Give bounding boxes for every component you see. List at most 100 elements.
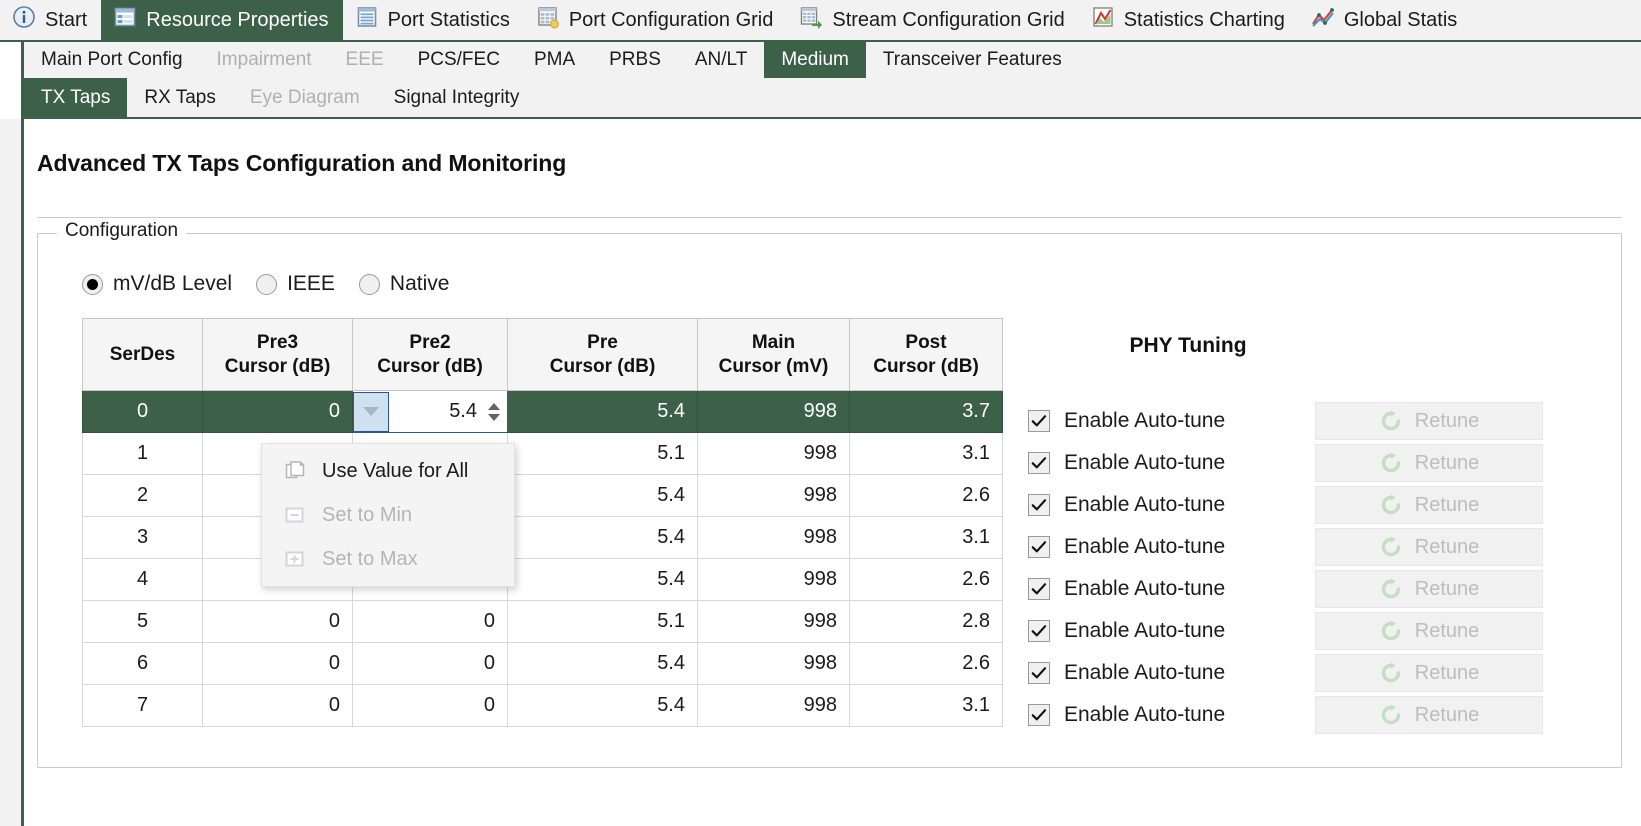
auto-tune-checkbox[interactable] (1028, 620, 1050, 642)
table-row[interactable]: 2005.49982.6 (82, 474, 1003, 517)
cell-pre[interactable]: 5.4 (507, 390, 698, 433)
cell-main[interactable]: 998 (697, 474, 850, 517)
cell-main[interactable]: 998 (697, 390, 850, 433)
spinner-down-icon[interactable] (488, 413, 500, 421)
cell-main[interactable]: 998 (697, 642, 850, 685)
tab-prbs[interactable]: PRBS (592, 42, 678, 78)
auto-tune-checkbox[interactable] (1028, 410, 1050, 432)
tab-rx-taps[interactable]: RX Taps (127, 78, 232, 117)
cell-serdes[interactable]: 2 (82, 474, 203, 517)
cell-serdes[interactable]: 3 (82, 516, 203, 559)
cell-post[interactable]: 2.6 (849, 558, 1003, 601)
cell-pre2[interactable]: 0 (352, 600, 508, 643)
cell-post[interactable]: 3.1 (849, 516, 1003, 559)
level3-tab-bar: TX Taps RX Taps Eye Diagram Signal Integrit… (0, 78, 1641, 119)
cell-pre[interactable]: 5.4 (507, 474, 698, 517)
cell-pre[interactable]: 5.4 (507, 684, 698, 727)
app-tab-statistics-charting[interactable]: Statistics Charting (1078, 0, 1299, 40)
cell-serdes[interactable]: 1 (82, 432, 203, 475)
spinner-control[interactable] (485, 391, 507, 432)
table-row[interactable]: 7 0 0 5.4 998 3.1 (82, 684, 1003, 727)
auto-tune-checkbox[interactable] (1028, 494, 1050, 516)
tab-eee: EEE (345, 49, 384, 70)
cell-post[interactable]: 2.6 (849, 642, 1003, 685)
auto-tune-checkbox[interactable] (1028, 452, 1050, 474)
cell-pre3[interactable]: 0 (202, 684, 353, 727)
cell-pre[interactable]: 5.1 (507, 600, 698, 643)
cell-main[interactable]: 998 (697, 600, 850, 643)
cell-pre2[interactable]: 5.4 (352, 390, 508, 433)
tab-an-lt[interactable]: AN/LT (678, 42, 764, 78)
cell-pre2[interactable]: 0 (352, 684, 508, 727)
app-tab-port-statistics[interactable]: Port Statistics (342, 0, 524, 40)
cell-pre[interactable]: 5.1 (507, 432, 698, 475)
cell-post[interactable]: 3.7 (849, 390, 1003, 433)
cell-post[interactable]: 2.8 (849, 600, 1003, 643)
cell-serdes[interactable]: 6 (82, 642, 203, 685)
cell-serdes[interactable]: 7 (82, 684, 203, 727)
auto-tune-checkbox[interactable] (1028, 704, 1050, 726)
tab-signal-integrity[interactable]: Signal Integrity (377, 78, 537, 117)
auto-tune-checkbox[interactable] (1028, 536, 1050, 558)
auto-tune-checkbox[interactable] (1028, 578, 1050, 600)
spinner-up-icon[interactable] (488, 402, 500, 410)
radio-indicator (256, 273, 278, 295)
app-tab-port-configuration-grid[interactable]: Port Configuration Grid (523, 0, 788, 40)
cell-pre[interactable]: 5.4 (507, 642, 698, 685)
configuration-legend: Configuration (57, 220, 187, 242)
retune-button-label: Retune (1414, 619, 1480, 642)
menu-item-use-value-for-all[interactable]: Use Value for All (262, 449, 514, 493)
cell-serdes[interactable]: 5 (82, 600, 203, 643)
col-header-pre2: Pre2 Cursor (dB) (352, 318, 508, 391)
plus-box-icon (274, 547, 316, 571)
cell-serdes[interactable]: 0 (82, 390, 203, 433)
tab-pcs-fec[interactable]: PCS/FEC (401, 42, 517, 78)
cell-main[interactable]: 998 (697, 432, 850, 475)
cell-post[interactable]: 2.6 (849, 474, 1003, 517)
level-mode-radio-group: mV/dB Level IEEE Native (82, 272, 473, 296)
retune-button: Retune (1315, 696, 1543, 734)
cell-post[interactable]: 3.1 (849, 684, 1003, 727)
table-row[interactable]: 0 0 5.4 5.4 998 3.7 (82, 390, 1003, 433)
retune-button: Retune (1315, 444, 1543, 482)
app-tab-global-statis[interactable]: Global Statis (1298, 0, 1472, 40)
table-row[interactable]: 5 0 0 5.1 998 2.8 (82, 600, 1003, 643)
cell-pre3[interactable]: 0 (202, 642, 353, 685)
cell-context-menu[interactable]: Use Value for All Set to Min Set to Max (261, 443, 515, 587)
phy-tuning-row: Enable Auto-tune Retune (1028, 484, 1543, 526)
table-row[interactable]: 4005.49982.6 (82, 558, 1003, 601)
level2-tab-strip: Main Port Config Impairment EEE PCS/FEC PMA P… (21, 42, 1641, 78)
radio-mv-db-level[interactable]: mV/dB Level (82, 272, 232, 296)
table-row[interactable]: 1005.19983.1 (82, 432, 1003, 475)
cell-main[interactable]: 998 (697, 516, 850, 559)
tab-transceiver-features[interactable]: Transceiver Features (866, 42, 1079, 78)
table-row[interactable]: 6 0 0 5.4 998 2.6 (82, 642, 1003, 685)
tab-pma[interactable]: PMA (517, 42, 592, 78)
radio-native[interactable]: Native (358, 272, 449, 296)
app-tab-resource-properties[interactable]: Resource Properties (101, 0, 343, 40)
radio-ieee[interactable]: IEEE (256, 272, 335, 296)
app-tab-start[interactable]: Start (0, 0, 102, 40)
tab-tx-taps[interactable]: TX Taps (24, 78, 128, 117)
tab-medium[interactable]: Medium (764, 42, 866, 78)
cell-pre[interactable]: 5.4 (507, 516, 698, 559)
tab-main-port-config[interactable]: Main Port Config (24, 42, 200, 78)
app-tab-stream-configuration-grid[interactable]: Stream Configuration Grid (787, 0, 1079, 40)
cell-main[interactable]: 998 (697, 558, 850, 601)
properties-grid-icon (113, 5, 137, 35)
dropdown-button[interactable] (353, 391, 389, 432)
cell-main[interactable]: 998 (697, 684, 850, 727)
radio-indicator (358, 273, 380, 295)
col-header-line2: Cursor (dB) (377, 355, 483, 377)
cell-pre2[interactable]: 0 (352, 642, 508, 685)
auto-tune-checkbox[interactable] (1028, 662, 1050, 684)
cell-serdes[interactable]: 4 (82, 558, 203, 601)
retune-button-label: Retune (1414, 703, 1480, 726)
cell-pre3[interactable]: 0 (202, 600, 353, 643)
cell-post[interactable]: 3.1 (849, 432, 1003, 475)
table-row[interactable]: 3005.49983.1 (82, 516, 1003, 559)
cell-pre[interactable]: 5.4 (507, 558, 698, 601)
col-header-line2: Cursor (mV) (718, 355, 829, 377)
cell-pre3[interactable]: 0 (202, 390, 353, 433)
level3-left-gap (0, 78, 21, 119)
